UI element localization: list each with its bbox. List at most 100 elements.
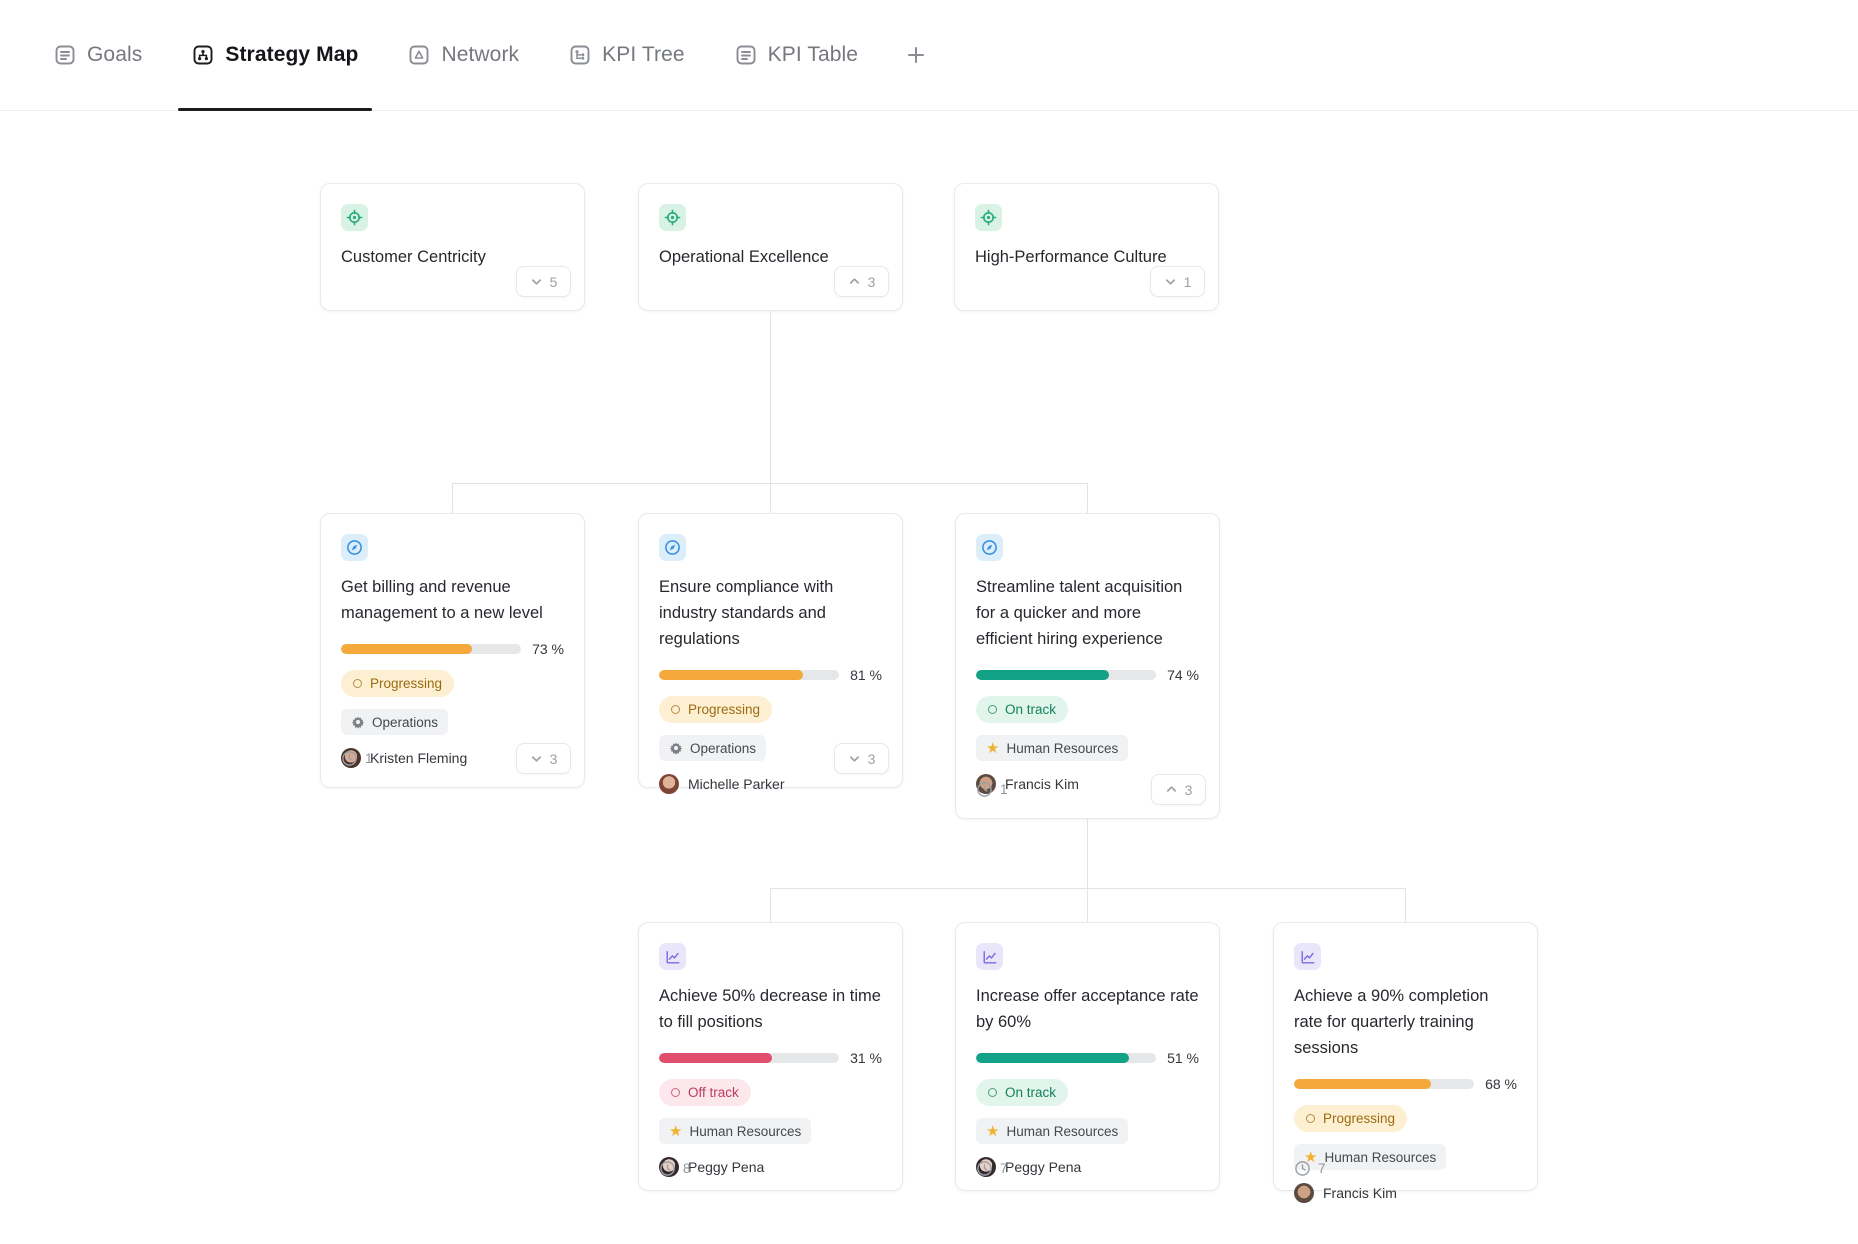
progress-bar: 73 % bbox=[341, 641, 564, 657]
kpi-card[interactable]: Achieve a 90% completion rate for quarte… bbox=[1273, 922, 1538, 1191]
progress-track bbox=[1294, 1079, 1474, 1089]
owner-name: Michelle Parker bbox=[688, 776, 784, 792]
progress-fill bbox=[659, 670, 803, 680]
clock-icon bbox=[976, 781, 993, 798]
add-view-button[interactable] bbox=[894, 0, 938, 110]
clock-icon bbox=[976, 1160, 993, 1177]
clock-count-value: 7 bbox=[1000, 1161, 1008, 1176]
objective-target-icon bbox=[975, 204, 1002, 231]
expand-children-button[interactable]: 1 bbox=[1150, 266, 1205, 297]
chevron-up-icon bbox=[1165, 783, 1178, 796]
kpi-tree-icon bbox=[569, 44, 591, 66]
goal-title: Streamline talent acquisition for a quic… bbox=[976, 574, 1199, 652]
team-label: Human Resources bbox=[1006, 1124, 1118, 1139]
status-badge: On track bbox=[976, 696, 1068, 723]
progress-bar: 68 % bbox=[1294, 1076, 1517, 1092]
progress-percent: 74 % bbox=[1167, 667, 1199, 683]
team-label: Human Resources bbox=[1006, 741, 1118, 756]
status-ring-icon bbox=[1306, 1114, 1315, 1123]
clock-count-value: 1 bbox=[365, 751, 373, 766]
tab-goals[interactable]: Goals bbox=[40, 0, 156, 110]
status-badge: Progressing bbox=[341, 670, 454, 697]
chevron-down-icon bbox=[848, 752, 861, 765]
collapse-children-button[interactable]: 3 bbox=[1151, 774, 1206, 805]
progress-track bbox=[341, 644, 521, 654]
progress-bar: 81 % bbox=[659, 667, 882, 683]
list-icon bbox=[54, 44, 76, 66]
progress-track bbox=[659, 670, 839, 680]
strategy-map-icon bbox=[192, 44, 214, 66]
status-badge: On track bbox=[976, 1079, 1068, 1106]
progress-track bbox=[976, 670, 1156, 680]
kpi-card[interactable]: Increase offer acceptance rate by 60% 51… bbox=[955, 922, 1220, 1191]
goal-card[interactable]: Streamline talent acquisition for a quic… bbox=[955, 513, 1220, 819]
tab-network[interactable]: Network bbox=[394, 0, 533, 110]
goal-title: Get billing and revenue management to a … bbox=[341, 574, 564, 626]
kpi-card[interactable]: Achieve 50% decrease in time to fill pos… bbox=[638, 922, 903, 1191]
objective-card[interactable]: High-Performance Culture 1 bbox=[954, 183, 1219, 311]
team-tag: ★ Human Resources bbox=[659, 1118, 811, 1144]
child-count: 1 bbox=[1184, 274, 1192, 290]
progress-bar: 31 % bbox=[659, 1050, 882, 1066]
objective-target-icon bbox=[659, 204, 686, 231]
star-icon: ★ bbox=[669, 1124, 682, 1139]
tab-kpi-tree[interactable]: KPI Tree bbox=[555, 0, 699, 110]
expand-children-button[interactable]: 3 bbox=[834, 743, 889, 774]
team-tag: ★ Human Resources bbox=[976, 1118, 1128, 1144]
list-icon bbox=[735, 44, 757, 66]
tab-strategy-map-label: Strategy Map bbox=[225, 43, 358, 67]
check-in-count: 7 bbox=[1294, 1160, 1326, 1177]
goal-card[interactable]: Ensure compliance with industry standard… bbox=[638, 513, 903, 788]
progress-track bbox=[659, 1053, 839, 1063]
progress-percent: 73 % bbox=[532, 641, 564, 657]
status-ring-icon bbox=[671, 705, 680, 714]
connector-line bbox=[770, 888, 1406, 889]
kpi-chart-icon bbox=[976, 943, 1003, 970]
tab-goals-label: Goals bbox=[87, 43, 142, 67]
check-in-count: 7 bbox=[976, 1160, 1008, 1177]
clock-icon bbox=[341, 750, 358, 767]
chevron-down-icon bbox=[1164, 275, 1177, 288]
connector-line bbox=[1087, 483, 1088, 513]
team-tag: Operations bbox=[341, 709, 448, 735]
strategy-map-page: Goals Strategy Map Network KPI Tree KPI bbox=[0, 0, 1858, 1244]
objective-card[interactable]: Customer Centricity 5 bbox=[320, 183, 585, 311]
connector-line bbox=[770, 888, 771, 922]
clock-icon bbox=[1294, 1160, 1311, 1177]
status-label: On track bbox=[1005, 1085, 1056, 1100]
child-count: 3 bbox=[868, 751, 876, 767]
progress-bar: 74 % bbox=[976, 667, 1199, 683]
expand-children-button[interactable]: 3 bbox=[516, 743, 571, 774]
tab-kpi-table[interactable]: KPI Table bbox=[721, 0, 872, 110]
owner-name: Francis Kim bbox=[1323, 1185, 1397, 1201]
goal-card[interactable]: Get billing and revenue management to a … bbox=[320, 513, 585, 788]
tab-kpi-table-label: KPI Table bbox=[768, 43, 858, 67]
goal-compass-icon bbox=[659, 534, 686, 561]
owner-row: Francis Kim bbox=[1294, 1183, 1517, 1203]
team-tag: ★ Human Resources bbox=[976, 735, 1128, 761]
status-label: Off track bbox=[688, 1085, 739, 1100]
objective-card[interactable]: Operational Excellence 3 bbox=[638, 183, 903, 311]
progress-fill bbox=[976, 670, 1109, 680]
status-label: Progressing bbox=[688, 702, 760, 717]
team-label: Operations bbox=[372, 715, 438, 730]
kpi-title: Achieve 50% decrease in time to fill pos… bbox=[659, 983, 882, 1035]
connector-line bbox=[452, 483, 453, 513]
status-ring-icon bbox=[353, 679, 362, 688]
objective-target-icon bbox=[341, 204, 368, 231]
star-icon: ★ bbox=[986, 1124, 999, 1139]
status-badge: Off track bbox=[659, 1079, 751, 1106]
expand-children-button[interactable]: 5 bbox=[516, 266, 571, 297]
clock-count-value: 1 bbox=[1000, 782, 1008, 797]
connector-line bbox=[1087, 819, 1088, 889]
team-label: Human Resources bbox=[689, 1124, 801, 1139]
chevron-up-icon bbox=[848, 275, 861, 288]
tab-kpi-tree-label: KPI Tree bbox=[602, 43, 685, 67]
connector-line bbox=[1087, 888, 1088, 922]
collapse-children-button[interactable]: 3 bbox=[834, 266, 889, 297]
tab-strategy-map[interactable]: Strategy Map bbox=[178, 0, 372, 110]
status-label: Progressing bbox=[1323, 1111, 1395, 1126]
avatar bbox=[659, 774, 679, 794]
view-tabbar: Goals Strategy Map Network KPI Tree KPI bbox=[0, 0, 1858, 111]
child-count: 5 bbox=[550, 274, 558, 290]
